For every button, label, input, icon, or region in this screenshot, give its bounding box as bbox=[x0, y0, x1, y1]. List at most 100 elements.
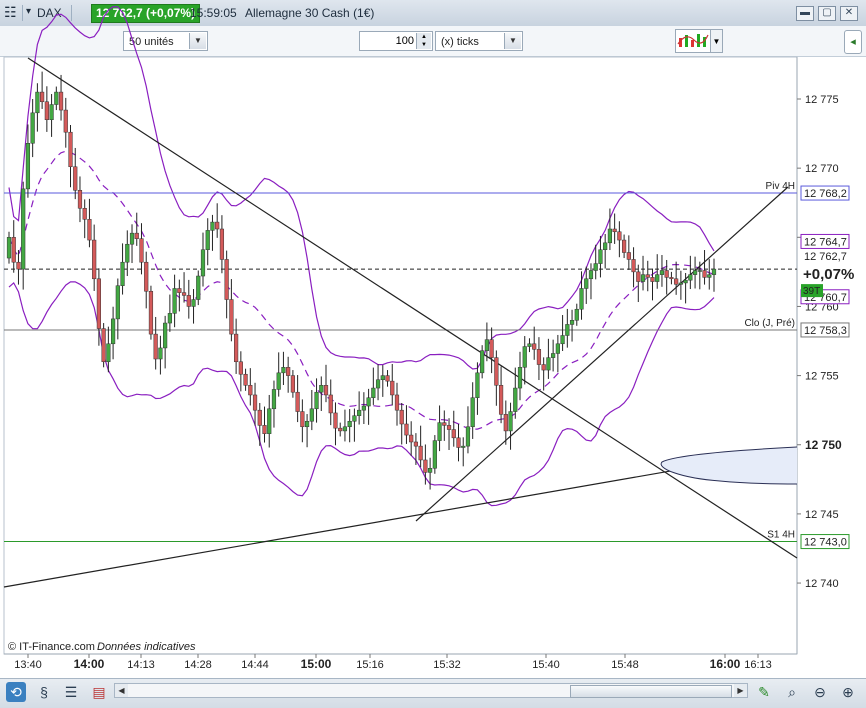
magnet-icon[interactable]: § bbox=[34, 682, 54, 702]
list-icon[interactable]: ☰ bbox=[61, 682, 81, 702]
candle-body bbox=[375, 379, 381, 389]
candle-body bbox=[290, 375, 295, 393]
candle-body bbox=[252, 394, 258, 411]
candle-body bbox=[636, 271, 641, 282]
candle-body bbox=[546, 357, 551, 371]
candle-body bbox=[186, 295, 191, 307]
candle-body bbox=[380, 375, 385, 380]
candle-body bbox=[205, 230, 210, 250]
candle-body bbox=[470, 397, 475, 428]
candle-body bbox=[428, 468, 433, 473]
candle-body bbox=[707, 274, 712, 278]
scroll-thumb[interactable] bbox=[570, 685, 732, 698]
candle-body bbox=[49, 104, 54, 120]
candle-body bbox=[361, 405, 366, 411]
candle-body bbox=[215, 221, 220, 230]
candle-body bbox=[413, 441, 419, 447]
candle-body bbox=[11, 237, 16, 263]
level-label: Piv 4H bbox=[766, 181, 795, 192]
candle-body bbox=[465, 426, 471, 447]
candle-body bbox=[569, 320, 575, 325]
candle-body bbox=[579, 288, 584, 310]
candle-body bbox=[276, 372, 281, 390]
candle-body bbox=[522, 346, 527, 368]
x-tick-label: 15:40 bbox=[532, 659, 560, 671]
candle-body bbox=[498, 385, 504, 415]
candle-body bbox=[196, 275, 201, 300]
order-book-icon[interactable]: ▤ bbox=[89, 682, 109, 702]
candle-body bbox=[565, 324, 570, 336]
candle-body bbox=[92, 239, 97, 280]
candle-body bbox=[532, 343, 537, 350]
candle-body bbox=[456, 437, 461, 448]
candle-body bbox=[120, 261, 125, 286]
x-tick-label: 14:13 bbox=[127, 659, 155, 671]
candle-body bbox=[598, 249, 603, 264]
candle-body bbox=[394, 394, 400, 411]
y-tick-label: 12 740 bbox=[805, 578, 839, 590]
candle-body bbox=[304, 420, 310, 428]
zoom-fit-icon[interactable]: ⌕ bbox=[782, 682, 802, 702]
candle-body bbox=[664, 270, 669, 278]
candle-body bbox=[229, 299, 234, 335]
candle-body bbox=[711, 268, 717, 275]
candle-body bbox=[58, 91, 64, 111]
candle-body bbox=[30, 112, 35, 144]
x-tick-label: 15:00 bbox=[301, 657, 332, 671]
candle-body bbox=[300, 411, 305, 428]
candle-body bbox=[513, 387, 518, 412]
candle-body bbox=[461, 445, 466, 448]
candle-body bbox=[702, 270, 707, 278]
candle-body bbox=[640, 274, 646, 282]
candle-body bbox=[390, 380, 395, 396]
candle-body bbox=[323, 385, 329, 396]
candle-body bbox=[21, 188, 26, 270]
candle-body bbox=[295, 391, 300, 412]
candle-body bbox=[96, 278, 101, 329]
candle-body bbox=[210, 221, 215, 231]
candle-body bbox=[423, 459, 428, 473]
candle-body bbox=[650, 277, 655, 282]
candle-body bbox=[432, 440, 437, 469]
drawing-tool-icon[interactable]: ✎ bbox=[754, 682, 774, 702]
candle-body bbox=[678, 282, 683, 285]
candle-body bbox=[418, 445, 423, 461]
candle-body bbox=[54, 91, 59, 105]
candle-body bbox=[115, 285, 120, 320]
candle-body bbox=[508, 411, 513, 432]
candle-body bbox=[584, 278, 589, 289]
candle-body bbox=[437, 422, 442, 441]
candle-body bbox=[238, 361, 243, 375]
candle-body bbox=[352, 415, 357, 422]
candle-body bbox=[555, 343, 560, 354]
candle-body bbox=[77, 190, 83, 209]
candle-body bbox=[314, 391, 319, 410]
candle-body bbox=[446, 425, 452, 430]
candle-body bbox=[347, 420, 352, 428]
candle-body bbox=[489, 339, 494, 358]
horizontal-scrollbar[interactable]: ◀ ▶ bbox=[114, 683, 748, 698]
candle-body bbox=[404, 423, 409, 436]
candle-body bbox=[35, 91, 40, 114]
candle-body bbox=[612, 228, 617, 233]
x-tick-label: 16:00 bbox=[710, 657, 741, 671]
candle-body bbox=[551, 353, 556, 358]
candle-body bbox=[110, 318, 116, 345]
candle-body bbox=[129, 232, 135, 245]
candle-body bbox=[200, 249, 206, 277]
candle-body bbox=[281, 367, 286, 374]
zoom-out-icon[interactable]: ⊖ bbox=[810, 682, 830, 702]
candle-body bbox=[451, 429, 456, 439]
candle-body bbox=[224, 259, 229, 300]
candle-body bbox=[697, 270, 702, 272]
candle-body bbox=[163, 322, 168, 349]
scroll-left-icon[interactable]: ◀ bbox=[115, 684, 128, 697]
candle-body bbox=[167, 313, 172, 324]
candle-body bbox=[319, 385, 324, 393]
scroll-right-icon[interactable]: ▶ bbox=[734, 684, 747, 697]
share-icon[interactable]: ⟲ bbox=[6, 682, 26, 702]
zoom-in-icon[interactable]: ⊕ bbox=[838, 682, 858, 702]
candlestick-chart[interactable]: Piv 4H 12 768,2 Clo (J, Pré) 12 758,3 S1 4H 1… bbox=[0, 0, 866, 707]
candle-body bbox=[683, 279, 688, 284]
candle-body bbox=[68, 131, 73, 168]
